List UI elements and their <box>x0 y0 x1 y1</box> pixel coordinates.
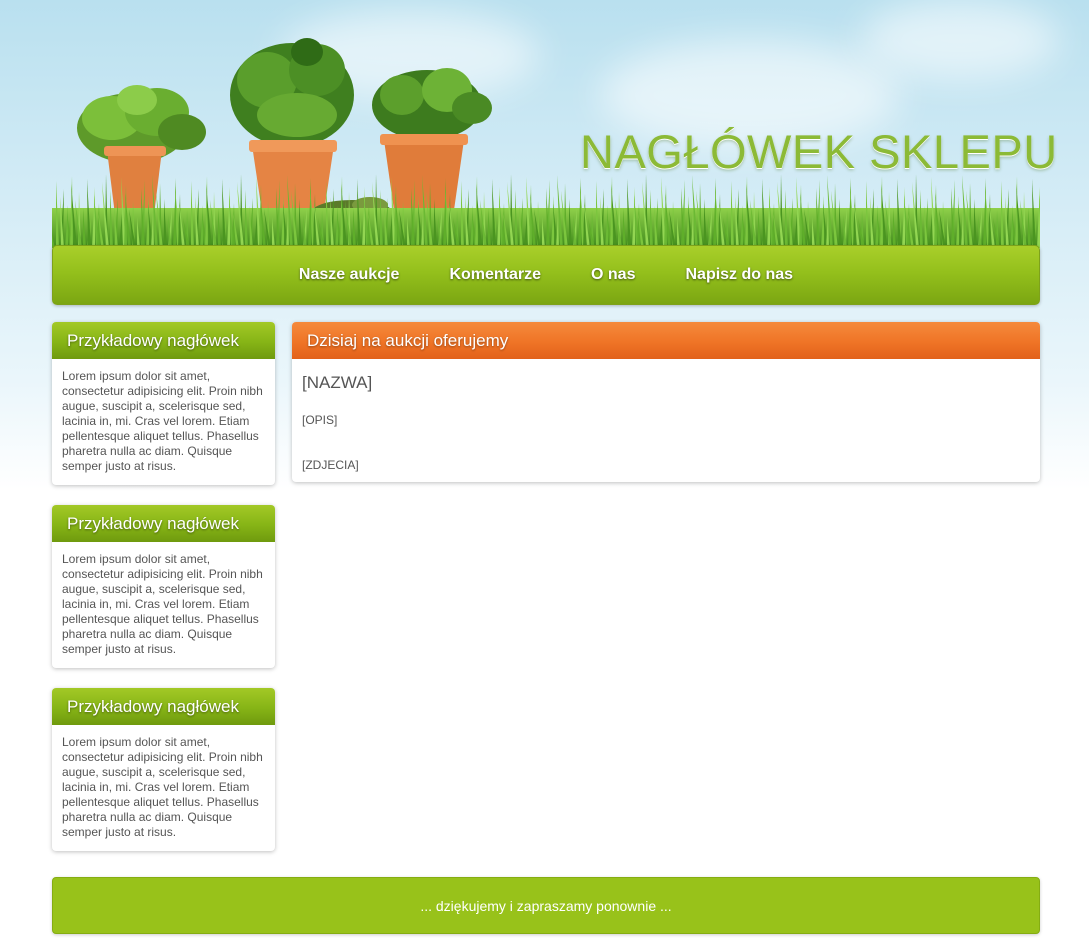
sidebar-box: Przykładowy nagłówek Lorem ipsum dolor s… <box>52 322 275 485</box>
header-banner: NAGŁÓWEK SKLEPU <box>52 0 1057 248</box>
grass-illustration <box>52 174 1040 248</box>
nav-item-nasze-aukcje[interactable]: Nasze aukcje <box>299 266 400 284</box>
item-photos: [ZDJECIA] <box>302 458 359 472</box>
sidebar-box: Przykładowy nagłówek Lorem ipsum dolor s… <box>52 688 275 851</box>
footer: ... dziękujemy i zapraszamy ponownie ... <box>52 877 1040 934</box>
sidebar-box: Przykładowy nagłówek Lorem ipsum dolor s… <box>52 505 275 668</box>
sidebar-box-title: Przykładowy nagłówek <box>52 322 275 359</box>
shop-title: NAGŁÓWEK SKLEPU <box>580 125 1058 178</box>
item-description: [OPIS] <box>302 413 338 427</box>
footer-text: ... dziękujemy i zapraszamy ponownie ... <box>420 898 672 914</box>
sidebar-box-text: Lorem ipsum dolor sit amet, consectetur … <box>62 552 263 656</box>
main-navigation: Nasze aukcje Komentarze O nas Napisz do … <box>52 245 1040 305</box>
auction-panel: Dzisiaj na aukcji oferujemy [NAZWA] [OPI… <box>292 322 1040 482</box>
nav-item-komentarze[interactable]: Komentarze <box>449 266 541 284</box>
item-name: [NAZWA] <box>302 373 373 392</box>
auction-panel-title: Dzisiaj na aukcji oferujemy <box>292 322 1040 359</box>
nav-item-o-nas[interactable]: O nas <box>591 266 635 284</box>
nav-item-napisz-do-nas[interactable]: Napisz do nas <box>685 266 793 284</box>
sidebar-box-title: Przykładowy nagłówek <box>52 505 275 542</box>
sidebar-box-text: Lorem ipsum dolor sit amet, consectetur … <box>62 369 263 473</box>
sidebar-box-title: Przykładowy nagłówek <box>52 688 275 725</box>
sidebar-box-text: Lorem ipsum dolor sit amet, consectetur … <box>62 735 263 839</box>
